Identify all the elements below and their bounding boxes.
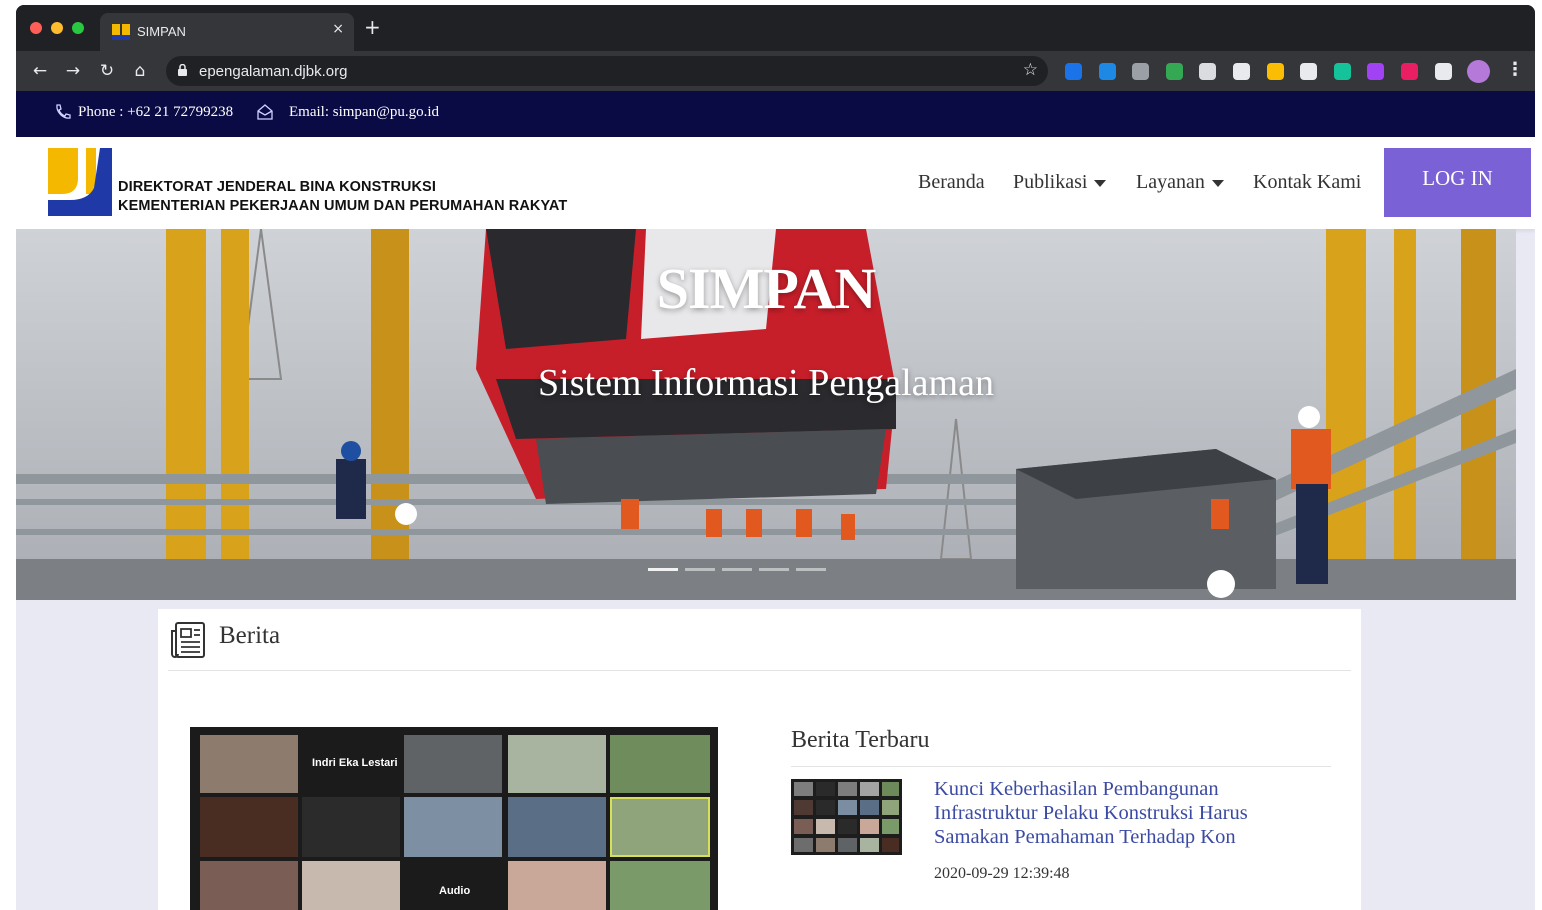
video-tile <box>508 735 606 793</box>
purple-extension-icon[interactable] <box>1367 63 1385 80</box>
news-divider <box>168 670 1351 671</box>
latest-article-link[interactable]: Kunci Keberhasilan Pembangunan Infrastru… <box>934 777 1294 849</box>
video-tile <box>404 735 502 793</box>
video-tile <box>200 861 298 910</box>
back-icon[interactable]: ← <box>28 59 52 83</box>
video-tile <box>200 797 298 857</box>
home-icon[interactable]: ⌂ <box>128 59 152 83</box>
nav-beranda[interactable]: Beranda <box>918 171 985 194</box>
browser-toolbar: ← → ↻ ⌂ epengalaman.djbk.org ☆ ⋮ <box>16 51 1535 91</box>
leaf-extension-icon[interactable] <box>1165 63 1183 80</box>
cube-extension-icon[interactable] <box>1098 63 1116 80</box>
tab-title: SIMPAN <box>137 24 186 39</box>
s-extension-icon[interactable] <box>1065 63 1082 80</box>
nav-publikasi-label: Publikasi <box>1013 171 1088 193</box>
video-tile <box>610 861 710 910</box>
glasses-extension-icon[interactable] <box>1199 63 1217 80</box>
latest-news-heading: Berita Terbaru <box>791 727 930 753</box>
video-tile <box>302 797 400 857</box>
reload-icon[interactable]: ↻ <box>95 59 119 83</box>
new-tab-button[interactable]: + <box>364 17 381 37</box>
shield-extension-icon[interactable] <box>1132 63 1150 80</box>
pupr-favicon-icon <box>112 24 130 40</box>
video-tile <box>508 861 606 910</box>
article-thumbnail-image <box>791 779 902 855</box>
puzzle-extension-icon[interactable] <box>1434 63 1452 80</box>
latest-article-date: 2020-09-29 12:39:48 <box>934 865 1070 882</box>
image-extension-icon[interactable] <box>1266 63 1284 80</box>
tab-strip: SIMPAN × + <box>16 5 1535 51</box>
nav-layanan[interactable]: Layanan <box>1136 171 1224 194</box>
web-page: Phone : +62 21 72799238 Email: simpan@pu… <box>16 91 1535 910</box>
site-header: DIREKTORAT JENDERAL BINA KONSTRUKSI KEME… <box>16 137 1535 229</box>
profile-avatar[interactable] <box>1467 60 1490 83</box>
article-thumbnail[interactable] <box>791 779 902 855</box>
address-bar[interactable]: epengalaman.djbk.org ☆ <box>166 56 1048 86</box>
news-section: Berita Indri Eka Lestari Audio Berita Te… <box>158 609 1361 910</box>
chevron-down-icon <box>1211 179 1224 187</box>
hero-title: SIMPAN <box>656 256 876 321</box>
close-tab-icon[interactable]: × <box>332 21 344 37</box>
participant-name: Indri Eka Lestari <box>312 757 398 769</box>
carousel-indicators[interactable] <box>648 568 828 571</box>
check-extension-icon[interactable] <box>1300 63 1318 80</box>
maximize-window-button[interactable] <box>72 22 84 34</box>
tab-simpan[interactable]: SIMPAN × <box>100 13 354 51</box>
video-tile <box>610 735 710 793</box>
news-heading: Berita <box>219 622 281 649</box>
video-tile <box>404 797 502 857</box>
pupr-logo[interactable] <box>48 148 112 216</box>
video-tile <box>200 735 298 793</box>
hero-banner: SIMPAN Sistem Informasi Pengalaman <box>16 229 1516 600</box>
contact-topbar: Phone : +62 21 72799238 Email: simpan@pu… <box>16 91 1535 137</box>
video-tile <box>508 797 606 857</box>
nav-publikasi[interactable]: Publikasi <box>1013 171 1107 194</box>
video-tile-active-speaker <box>610 797 710 857</box>
close-window-button[interactable] <box>30 22 42 34</box>
audio-label: Audio <box>439 885 471 897</box>
org-name-line1: DIREKTORAT JENDERAL BINA KONSTRUKSI <box>118 179 436 195</box>
chevron-down-icon <box>1094 179 1107 187</box>
lock-icon <box>178 64 187 76</box>
org-name-line2: KEMENTERIAN PEKERJAAN UMUM DAN PERUMAHAN… <box>118 198 568 214</box>
grammarly-extension-icon[interactable] <box>1333 63 1351 80</box>
printer-extension-icon[interactable] <box>1233 63 1250 80</box>
magenta-extension-icon[interactable] <box>1401 63 1418 80</box>
newspaper-icon <box>171 622 205 658</box>
latest-news-divider <box>791 766 1331 767</box>
phone-text: Phone : +62 21 72799238 <box>78 104 234 120</box>
bookmark-star-icon[interactable]: ☆ <box>1023 60 1038 80</box>
phone-icon <box>56 104 71 119</box>
featured-news-video[interactable]: Indri Eka Lestari Audio <box>190 727 718 910</box>
url-text[interactable]: epengalaman.djbk.org <box>199 63 347 80</box>
hero-subtitle: Sistem Informasi Pengalaman <box>538 362 994 404</box>
browser-menu-icon[interactable]: ⋮ <box>1506 59 1524 80</box>
nav-layanan-label: Layanan <box>1136 171 1205 193</box>
browser-window: SIMPAN × + ← → ↻ ⌂ epengalaman.djbk.org … <box>16 5 1535 910</box>
forward-icon[interactable]: → <box>61 59 85 83</box>
email-text[interactable]: Email: simpan@pu.go.id <box>289 104 439 121</box>
video-tile <box>302 861 400 910</box>
nav-kontak-kami[interactable]: Kontak Kami <box>1253 171 1361 194</box>
video-tile-audio: Audio <box>404 861 502 910</box>
login-button[interactable]: LOG IN <box>1384 148 1531 217</box>
envelope-icon <box>257 104 273 120</box>
video-tile-featured: Indri Eka Lestari <box>302 735 400 793</box>
minimize-window-button[interactable] <box>51 22 63 34</box>
